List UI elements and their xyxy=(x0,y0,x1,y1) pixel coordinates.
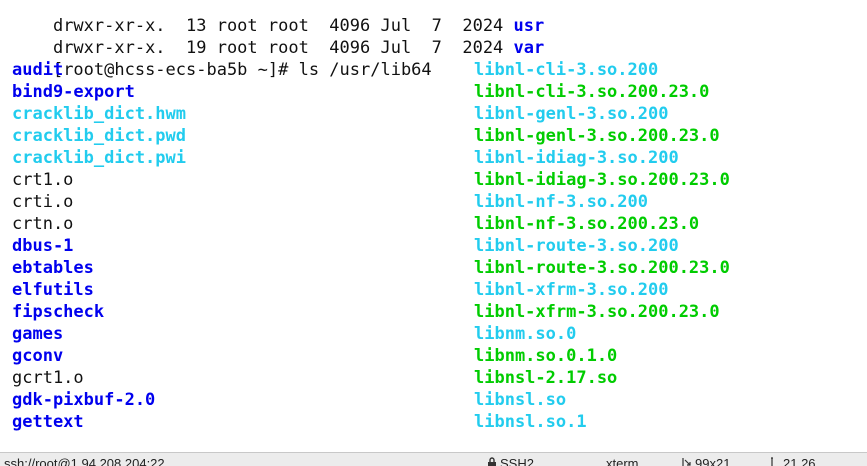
file-entry: libnl-xfrm-3.so.200.23.0 xyxy=(474,302,720,322)
file-entry: cracklib_dict.hwm xyxy=(12,104,186,124)
directory-entry: games xyxy=(12,324,64,344)
file-entry: crti.o xyxy=(12,192,74,212)
directory-entry: ebtables xyxy=(12,258,94,278)
terminal-type: xterm xyxy=(606,456,639,466)
file-entry: crtn.o xyxy=(12,214,74,234)
file-entry: libnl-cli-3.so.200 xyxy=(474,60,659,80)
file-entry: libnl-nf-3.so.200 xyxy=(474,192,648,212)
directory-entry: dbus-1 xyxy=(12,236,74,256)
command-text: ls /usr/lib64 xyxy=(298,60,432,80)
protocol-indicator: SSH2 xyxy=(487,453,534,466)
file-entry: cracklib_dict.pwi xyxy=(12,148,186,168)
connection-address: ssh://root@1.94.208.204:22 xyxy=(4,456,165,466)
directory-entry: gdk-pixbuf-2.0 xyxy=(12,390,156,410)
file-entry: libnsl.so xyxy=(474,390,567,410)
file-entry: libnl-route-3.so.200 xyxy=(474,236,679,256)
file-entry: libnl-genl-3.so.200.23.0 xyxy=(474,126,720,146)
command-line: [root@hcss-ecs-ba5b ~]# ls /usr/lib64 xyxy=(12,37,432,80)
file-entry: crt1.o xyxy=(12,170,74,190)
file-entry: libnl-route-3.so.200.23.0 xyxy=(474,258,730,278)
file-entry: libnl-idiag-3.so.200 xyxy=(474,148,679,168)
file-entry: libnl-nf-3.so.200.23.0 xyxy=(474,214,700,234)
terminal-size: 99x21 xyxy=(682,453,730,466)
file-entry: libnsl.so.1 xyxy=(474,412,587,432)
file-entry: libnl-cli-3.so.200.23.0 xyxy=(474,82,710,102)
directory-entry: bind9-export xyxy=(12,82,135,102)
terminal-line: drwxr-xr-x. 19 root root 4096 Jul 7 2024… xyxy=(12,15,544,58)
cursor-position: 21,26 xyxy=(770,453,816,466)
file-entry: libnm.so.0 xyxy=(474,324,577,344)
directory-entry: fipscheck xyxy=(12,302,105,322)
terminal-screen[interactable]: drwxr-xr-x. 13 root root 4096 Jul 7 2024… xyxy=(0,0,867,452)
directory-entry: gettext xyxy=(12,412,84,432)
file-entry: libnl-idiag-3.so.200.23.0 xyxy=(474,170,730,190)
directory-entry: audit xyxy=(12,60,64,80)
file-entry: gcrt1.o xyxy=(12,368,84,388)
shell-prompt: [root@hcss-ecs-ba5b ~]# xyxy=(52,60,299,80)
file-entry: libnsl-2.17.so xyxy=(474,368,618,388)
directory-entry: gconv xyxy=(12,346,64,366)
directory-entry: var xyxy=(513,38,545,58)
status-bar: ssh://root@1.94.208.204:22 SSH2 xterm 99… xyxy=(0,452,867,466)
terminal-line: drwxr-xr-x. 13 root root 4096 Jul 7 2024… xyxy=(12,0,544,36)
file-entry: libnm.so.0.1.0 xyxy=(474,346,618,366)
file-entry: cracklib_dict.pwd xyxy=(12,126,186,146)
file-entry: libnl-genl-3.so.200 xyxy=(474,104,669,124)
directory-entry: elfutils xyxy=(12,280,94,300)
file-entry: libnl-xfrm-3.so.200 xyxy=(474,280,669,300)
